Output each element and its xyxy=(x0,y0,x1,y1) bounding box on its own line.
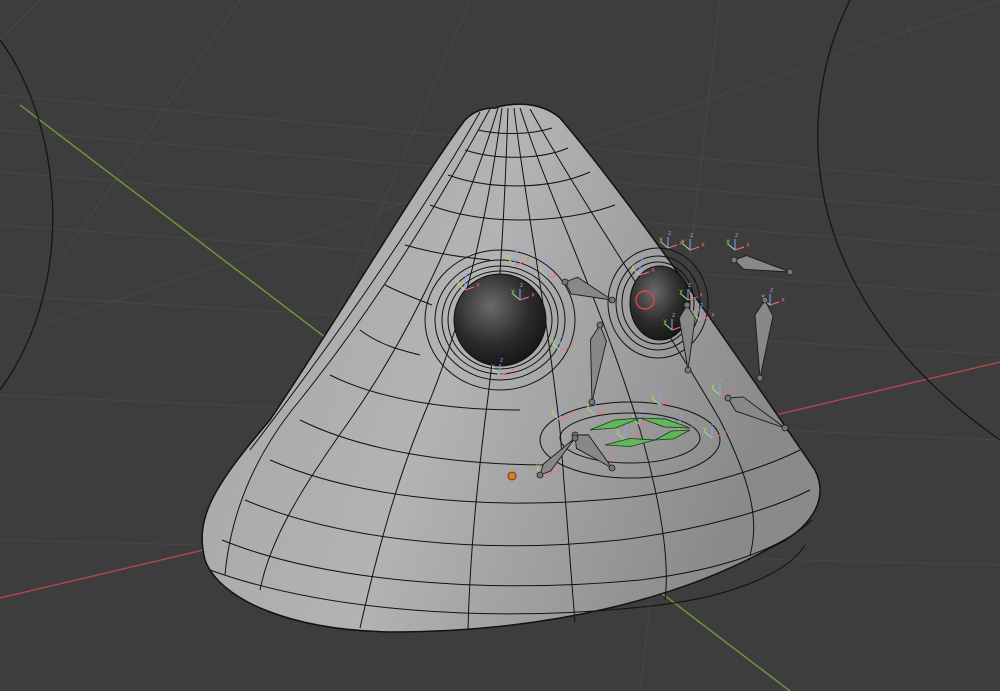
axis-letter: x xyxy=(636,431,640,438)
axis-letter: z xyxy=(720,377,723,384)
bone-joint[interactable] xyxy=(756,374,764,382)
object-origin-icon[interactable] xyxy=(507,471,517,481)
axis-letter: z xyxy=(680,412,683,419)
axis-letter: y xyxy=(679,288,683,295)
bone-joint[interactable] xyxy=(684,366,692,374)
axis-letter: x xyxy=(559,269,563,276)
axis-letter: y xyxy=(663,318,667,325)
axis-letter: z xyxy=(465,272,468,279)
axis-letter: x xyxy=(671,396,675,403)
bone-joint[interactable] xyxy=(588,398,596,406)
axis-letter: y xyxy=(726,238,730,245)
axis-letter: z xyxy=(712,420,715,427)
axis-letter: x xyxy=(531,291,535,298)
bone-joint[interactable] xyxy=(683,301,691,309)
axis-letter: x xyxy=(526,256,530,263)
axis-letter: x xyxy=(571,341,575,348)
axis-letter: y xyxy=(491,363,495,370)
axis-letter: x xyxy=(723,429,727,436)
axis-letter: z xyxy=(520,282,523,289)
axis-letter: y xyxy=(551,338,555,345)
axis-letter: z xyxy=(515,247,518,254)
bone-joint[interactable] xyxy=(761,296,769,304)
axis-letter: z xyxy=(600,442,603,449)
bone-icon[interactable] xyxy=(754,299,774,379)
axis-letter: y xyxy=(456,278,460,285)
axis-letter: z xyxy=(735,232,738,239)
axis-letter: z xyxy=(595,397,598,404)
axis-letter: y xyxy=(506,253,510,260)
axis-letter: x xyxy=(701,241,705,248)
axis-letter: x xyxy=(571,411,575,418)
axis-letter: y xyxy=(651,393,655,400)
axis-letter: x xyxy=(556,466,560,473)
bone-joint[interactable] xyxy=(730,256,738,264)
axis-letter: y xyxy=(631,263,635,270)
axis-letter: z xyxy=(640,257,643,264)
bone-joint[interactable] xyxy=(608,296,616,304)
axis-letter: z xyxy=(560,332,563,339)
axis-letter: x xyxy=(691,421,695,428)
axis-letter: x xyxy=(606,406,610,413)
viewport-scene[interactable]: xyzxyzxyzxyzxyzxyzxyzxyzxyzxyzxyzxyzxyzx… xyxy=(0,0,1000,691)
axis-letter: y xyxy=(711,383,715,390)
empty-axes-icon[interactable]: xyz xyxy=(659,230,683,249)
bone-joint[interactable] xyxy=(724,394,732,402)
bone-joint[interactable] xyxy=(596,321,604,329)
axis-letter: x xyxy=(781,296,785,303)
axis-letter: x xyxy=(746,241,750,248)
axis-letter: y xyxy=(659,236,663,243)
axis-letter: z xyxy=(668,230,671,237)
axis-letter: x xyxy=(731,386,735,393)
empty-axes-icon[interactable]: x yz xyxy=(726,232,750,251)
axis-letter: z xyxy=(548,260,551,267)
3d-viewport[interactable]: xyzxyzxyzxyzxyzxyzxyzxyzxyzxyzxyzxyzxyzx… xyxy=(0,0,1000,691)
axis-letter: y xyxy=(536,463,540,470)
axis-letter: x xyxy=(611,451,615,458)
axis-letter: z xyxy=(700,302,703,309)
axis-letter: y xyxy=(551,408,555,415)
axis-letter: z xyxy=(690,232,693,239)
axis-letter: z xyxy=(560,402,563,409)
bone-joint[interactable] xyxy=(561,278,569,286)
bone-joint[interactable] xyxy=(786,268,794,276)
bone-joint[interactable] xyxy=(536,471,544,479)
axis-letter: y xyxy=(539,266,543,273)
axis-letter: x xyxy=(651,266,655,273)
axis-letter: x xyxy=(476,281,480,288)
axis-letter: y xyxy=(703,426,707,433)
axis-letter: z xyxy=(672,312,675,319)
bone-joint[interactable] xyxy=(571,434,579,442)
axis-letter: z xyxy=(770,287,773,294)
axis-letter: z xyxy=(500,357,503,364)
bone-joint[interactable] xyxy=(608,464,616,472)
axis-letter: x xyxy=(511,366,515,373)
axis-letter: y xyxy=(511,288,515,295)
bone-joint[interactable] xyxy=(781,424,789,432)
axis-letter: z xyxy=(688,282,691,289)
right-outline-curve xyxy=(817,0,1000,441)
axis-letter: x xyxy=(699,291,703,298)
axis-letter: z xyxy=(640,407,643,414)
left-eyeball[interactable] xyxy=(453,273,547,367)
axis-letter: x xyxy=(711,311,715,318)
bone-icon[interactable] xyxy=(733,255,791,273)
axis-letter: y xyxy=(681,238,685,245)
axis-letter: y xyxy=(616,428,620,435)
axis-letter: z xyxy=(660,387,663,394)
